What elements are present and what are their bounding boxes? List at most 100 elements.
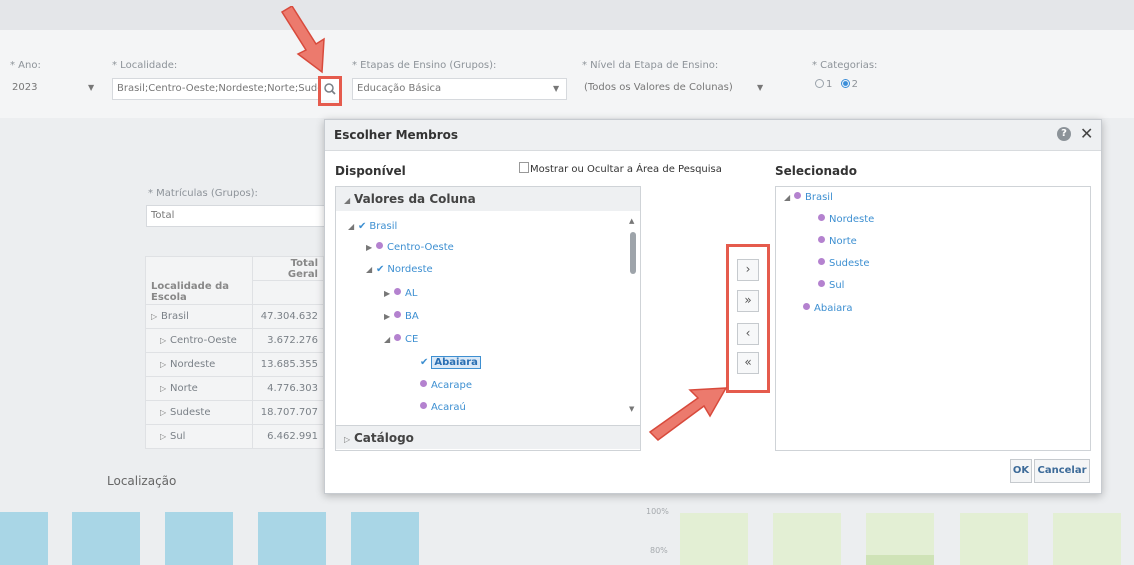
tree-item-acarau[interactable]: Acaraú <box>420 401 466 415</box>
table-row: ▷ Sudeste 18.707.707 <box>144 400 324 425</box>
localizacao-title: Localização <box>107 474 177 488</box>
matriculas-label: * Matrículas (Grupos): <box>148 188 258 199</box>
available-panel: ◢ Valores da Coluna ◢ ✔ Brasil ▶ Centro-Oest… <box>335 186 641 451</box>
chart-bar <box>72 512 140 565</box>
ano-value: 2023 <box>12 82 38 93</box>
dialog-titlebar: Escolher Membros ? ✕ <box>325 120 1101 151</box>
etapas-select[interactable]: Educação Básica ▼ <box>352 78 567 100</box>
selected-item-sudeste[interactable]: Sudeste <box>818 257 869 271</box>
localidade-input[interactable]: Brasil;Centro-Oeste;Nordeste;Norte;Sudes <box>112 78 320 100</box>
member-dot-icon <box>818 214 825 221</box>
selected-item-norte[interactable]: Norte <box>818 235 857 249</box>
selected-label: Selecionado <box>775 164 857 178</box>
expand-row-norte[interactable]: ▷ Norte <box>144 376 254 401</box>
selected-panel: ◢ Brasil Nordeste Norte Sudeste Sul Abaia… <box>775 186 1091 451</box>
expanded-triangle-icon: ◢ <box>366 265 373 274</box>
categorias-radio-group: 1 2 <box>815 79 858 90</box>
selected-item-sul[interactable]: Sul <box>818 279 844 293</box>
member-dot-icon <box>376 242 383 249</box>
tree-item-ba[interactable]: ▶ BA <box>384 310 419 324</box>
row-header: Localidade da Escola <box>144 280 254 305</box>
tree-item-brasil[interactable]: ◢ ✔ Brasil <box>348 220 397 234</box>
chart-bar <box>165 512 233 565</box>
toggle-search-label: Mostrar ou Ocultar a Área de Pesquisa <box>530 164 722 175</box>
cell-value: 6.462.991 <box>252 424 324 449</box>
table-row: ▷ Nordeste 13.685.355 <box>144 352 324 377</box>
chart-bar <box>1053 513 1121 565</box>
expand-row-sul[interactable]: ▷ Sul <box>144 424 254 449</box>
cancel-button[interactable]: Cancelar <box>1034 459 1090 483</box>
catalogo-header[interactable]: ▷ Catálogo <box>336 425 640 449</box>
axis-tick-100: 100% <box>646 507 669 516</box>
close-icon[interactable]: ✕ <box>1080 124 1093 143</box>
tree-item-centro-oeste[interactable]: ▶ Centro-Oeste <box>366 241 454 255</box>
collapse-triangle-icon: ◢ <box>344 196 351 205</box>
member-dot-icon <box>818 236 825 243</box>
help-icon[interactable]: ? <box>1057 127 1071 141</box>
dialog-title: Escolher Membros <box>334 128 459 142</box>
parameter-bar: * Ano: 2023 ▼ * Localidade: Brasil;Centr… <box>0 30 1134 118</box>
expand-row-sudeste[interactable]: ▷ Sudeste <box>144 400 254 425</box>
tree-item-ce[interactable]: ◢ CE <box>384 333 418 347</box>
tree-item-al[interactable]: ▶ AL <box>384 287 417 301</box>
annotation-box-search <box>318 76 342 106</box>
chevron-down-icon[interactable]: ▼ <box>757 83 763 92</box>
header-band <box>0 0 1134 30</box>
member-dot-icon <box>818 280 825 287</box>
selected-item-abaiara[interactable]: Abaiara <box>803 302 852 316</box>
member-dot-icon <box>394 334 401 341</box>
etapas-value: Educação Básica <box>357 83 442 94</box>
available-label: Disponível <box>335 164 406 178</box>
ano-select[interactable]: 2023 ▼ <box>8 78 98 100</box>
tree-item-acarape[interactable]: Acarape <box>420 379 472 393</box>
selected-item-brasil[interactable]: ◢ Brasil <box>784 191 833 205</box>
chart-bar <box>773 513 841 565</box>
nivel-select[interactable]: (Todos os Valores de Colunas) <box>580 78 740 100</box>
scroll-down-icon[interactable]: ▼ <box>629 405 634 413</box>
radio-option-1[interactable] <box>815 79 824 88</box>
tree-item-nordeste[interactable]: ◢ ✔ Nordeste <box>366 263 433 277</box>
collapsed-triangle-icon: ▶ <box>384 312 391 321</box>
report-table: Total Geral Localidade da Escola ▷ Brasil… <box>144 256 324 449</box>
ok-button[interactable]: OK <box>1010 459 1032 483</box>
radio-label-1: 1 <box>826 79 833 90</box>
member-dot-icon <box>794 192 801 199</box>
chart-bar <box>0 512 48 565</box>
chart-bar <box>351 512 419 565</box>
annotation-box-buttons <box>726 244 770 393</box>
collapsed-triangle-icon: ▷ <box>344 435 351 444</box>
check-icon: ✔ <box>376 264 385 275</box>
chevron-down-icon: ▼ <box>553 84 560 93</box>
matriculas-select[interactable]: Total <box>146 205 324 227</box>
radio-option-2[interactable] <box>840 79 850 88</box>
table-row: ▷ Brasil 47.304.632 <box>144 304 324 329</box>
expanded-triangle-icon: ◢ <box>384 335 391 344</box>
cell-value: 4.776.303 <box>252 376 324 401</box>
valores-coluna-header[interactable]: ◢ Valores da Coluna <box>336 187 640 211</box>
annotation-arrow-icon <box>648 387 728 441</box>
check-icon: ✔ <box>358 221 367 232</box>
scroll-up-icon[interactable]: ▲ <box>629 217 634 225</box>
member-dot-icon <box>818 258 825 265</box>
expand-row-centro-oeste[interactable]: ▷ Centro-Oeste <box>144 328 254 353</box>
member-dot-icon <box>803 303 810 310</box>
cell-value: 3.672.276 <box>252 328 324 353</box>
expand-row-brasil[interactable]: ▷ Brasil <box>144 304 254 329</box>
expanded-triangle-icon: ◢ <box>348 222 355 231</box>
tree-scrollbar[interactable]: ▲ ▼ <box>628 217 638 413</box>
expand-row-nordeste[interactable]: ▷ Nordeste <box>144 352 254 377</box>
axis-tick-80: 80% <box>650 546 668 555</box>
chart-bar-segment <box>866 555 934 565</box>
table-row: ▷ Centro-Oeste 3.672.276 <box>144 328 324 353</box>
member-dot-icon <box>420 402 427 409</box>
catalogo-label: Catálogo <box>354 431 414 445</box>
etapas-label: * Etapas de Ensino (Grupos): <box>352 60 497 71</box>
tree-item-abaiara[interactable]: ✔ Abaiara <box>420 356 481 370</box>
valores-coluna-label: Valores da Coluna <box>354 192 476 206</box>
check-icon: ✔ <box>420 357 429 368</box>
scroll-thumb[interactable] <box>630 232 636 274</box>
selected-item-nordeste[interactable]: Nordeste <box>818 213 874 227</box>
collapsed-triangle-icon: ▶ <box>366 243 373 252</box>
toggle-search-link[interactable]: Mostrar ou Ocultar a Área de Pesquisa <box>519 162 722 175</box>
expanded-triangle-icon: ◢ <box>784 193 791 202</box>
